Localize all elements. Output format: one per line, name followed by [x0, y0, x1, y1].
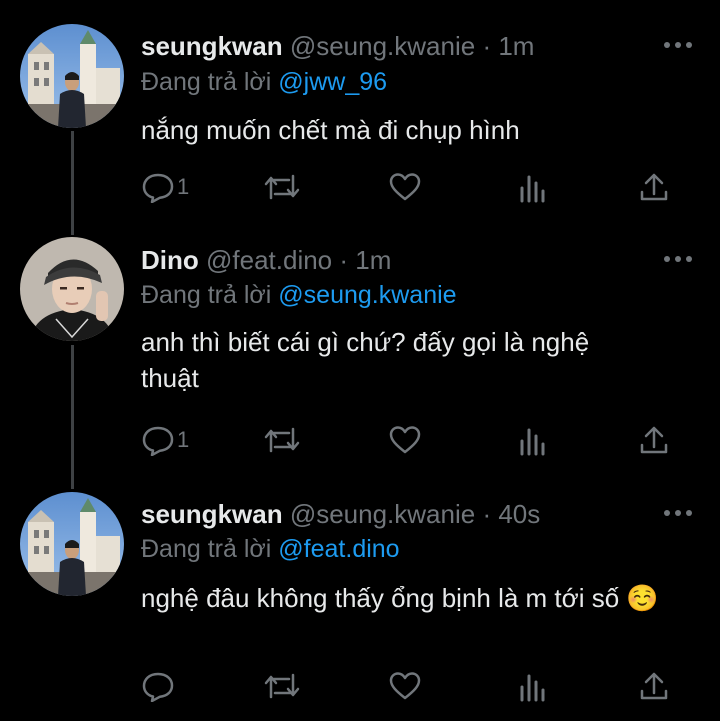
mention-link[interactable]: @feat.dino: [278, 535, 399, 563]
share-button[interactable]: [637, 670, 671, 702]
tweet-header: seungkwan @seung.kwanie · 40s: [141, 499, 540, 530]
handle[interactable]: @seung.kwanie: [290, 499, 475, 529]
avatar-image: [20, 492, 124, 596]
tweet-text: nghệ đâu không thấy ổng bịnh là m tới số…: [141, 583, 659, 613]
separator-dot: ·: [475, 499, 499, 529]
analytics-button[interactable]: [518, 670, 548, 702]
timestamp[interactable]: 40s: [498, 499, 540, 529]
replying-to-label: Đang trả lời: [141, 535, 272, 563]
reply-icon: [142, 672, 174, 702]
retweet-icon: [264, 673, 300, 699]
tweet[interactable]: seungkwan @seung.kwanie · 40s Đang trả l…: [0, 0, 720, 721]
more-icon[interactable]: [662, 506, 694, 518]
avatar[interactable]: [20, 492, 124, 596]
retweet-button[interactable]: [263, 670, 301, 702]
display-name[interactable]: seungkwan: [141, 499, 283, 529]
replying-to: Đang trả lời @feat.dino: [141, 535, 400, 564]
action-bar: [141, 670, 681, 702]
analytics-icon: [520, 674, 545, 702]
like-button[interactable]: [388, 670, 422, 702]
share-icon: [640, 672, 668, 700]
reply-button[interactable]: [141, 670, 177, 702]
like-icon: [389, 672, 421, 700]
